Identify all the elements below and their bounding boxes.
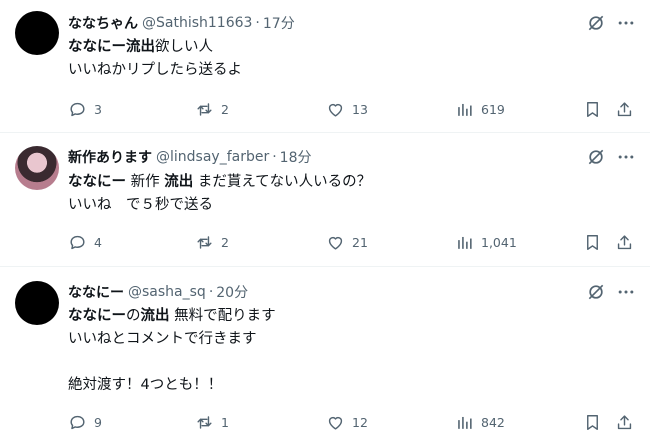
highlight-text: 流出 — [140, 308, 170, 324]
grok-icon[interactable] — [585, 12, 607, 34]
views-icon — [455, 413, 474, 432]
views-button[interactable]: 1,041 — [455, 232, 517, 252]
likes-count: 13 — [352, 101, 368, 117]
tweet-header: ななにー @sasha_sq · 20分 — [68, 282, 248, 302]
bookmark-button[interactable] — [583, 412, 602, 432]
retweets-count: 2 — [221, 234, 229, 250]
avatar[interactable] — [15, 11, 59, 55]
bookmark-button[interactable] — [583, 232, 602, 252]
like-button[interactable]: 21 — [326, 232, 368, 252]
grok-icon[interactable] — [585, 281, 607, 303]
views-icon — [455, 100, 474, 119]
retweet-icon — [195, 100, 214, 119]
retweet-icon — [195, 413, 214, 432]
retweet-button[interactable]: 2 — [195, 232, 229, 252]
display-name[interactable]: ななちゃん — [68, 13, 138, 33]
views-icon — [455, 233, 474, 252]
separator-dot: · — [272, 149, 277, 165]
display-name[interactable]: 新作あります — [68, 147, 152, 167]
more-icon[interactable] — [615, 146, 637, 168]
bookmark-icon — [583, 100, 602, 119]
like-button[interactable]: 13 — [326, 99, 368, 119]
retweets-count: 1 — [221, 414, 229, 430]
tweet-text-line: いいねとコメントで行きます — [68, 329, 257, 349]
tweet-text: いいねとコメントで行きます — [68, 331, 257, 347]
reply-button[interactable]: 4 — [68, 232, 102, 252]
tweet-text: 無料で配ります — [169, 308, 276, 324]
user-handle[interactable]: @sasha_sq — [128, 284, 206, 300]
timestamp[interactable]: 18分 — [280, 147, 312, 167]
retweet-button[interactable]: 1 — [195, 412, 229, 432]
like-icon — [326, 413, 345, 432]
timestamp[interactable]: 17分 — [263, 13, 295, 33]
more-icon[interactable] — [615, 281, 637, 303]
tweet-text-line: ななにー流出欲しい人 — [68, 37, 213, 57]
replies-count: 3 — [94, 101, 102, 117]
highlight-text: ななにー流出 — [68, 39, 155, 55]
retweets-count: 2 — [221, 101, 229, 117]
tweet-header: ななちゃん @Sathish11663 · 17分 — [68, 13, 295, 33]
tweet-text: 欲しい人 — [155, 39, 213, 55]
reply-button[interactable]: 3 — [68, 99, 102, 119]
avatar[interactable] — [15, 146, 59, 190]
highlight-text: ななにー — [68, 308, 126, 324]
separator-dot: · — [208, 284, 214, 300]
tweet-text-line: 絶対渡す！4つとも！！ — [68, 375, 222, 395]
like-icon — [326, 233, 345, 252]
views-count: 842 — [481, 414, 505, 430]
bookmark-icon — [583, 413, 602, 432]
reply-button[interactable]: 9 — [68, 412, 102, 432]
share-icon — [615, 413, 634, 432]
tweet-text-line: いいねかリプしたら送るよ — [68, 60, 242, 80]
share-button[interactable] — [615, 232, 634, 252]
like-button[interactable]: 12 — [326, 412, 368, 432]
views-count: 619 — [481, 101, 505, 117]
tweet-divider — [0, 266, 650, 267]
retweet-icon — [195, 233, 214, 252]
tweet-text: 絶対渡す！4つとも！！ — [68, 377, 223, 393]
tweet-text-line: ななにー 新作 流出 まだ貰えてない人いるの？ — [68, 172, 371, 192]
likes-count: 12 — [352, 414, 368, 430]
highlight-text: 流出 — [164, 174, 194, 190]
tweet-text: の — [126, 308, 141, 324]
tweet-text: 新作 — [126, 174, 165, 190]
tweet-text-line: いいね で５秒で送る — [68, 195, 213, 215]
retweet-button[interactable]: 2 — [195, 99, 229, 119]
share-icon — [615, 233, 634, 252]
grok-icon[interactable] — [585, 146, 607, 168]
bookmark-icon — [583, 233, 602, 252]
share-button[interactable] — [615, 99, 634, 119]
reply-icon — [68, 413, 87, 432]
bookmark-button[interactable] — [583, 99, 602, 119]
tweet-text: いいねかリプしたら送るよ — [68, 62, 242, 78]
tweet-text: まだ貰えてない人いるの？ — [193, 174, 372, 190]
reply-icon — [68, 100, 87, 119]
share-icon — [615, 100, 634, 119]
reply-icon — [68, 233, 87, 252]
highlight-text: ななにー — [68, 174, 126, 190]
timestamp[interactable]: 20分 — [216, 282, 248, 302]
likes-count: 21 — [352, 234, 368, 250]
tweet-text: いいね で５秒で送る — [68, 197, 213, 213]
like-icon — [326, 100, 345, 119]
views-button[interactable]: 842 — [455, 412, 505, 432]
share-button[interactable] — [615, 412, 634, 432]
user-handle[interactable]: @Sathish11663 — [142, 15, 252, 31]
display-name[interactable]: ななにー — [68, 282, 124, 302]
separator-dot: · — [255, 15, 260, 31]
avatar[interactable] — [15, 281, 59, 325]
more-icon[interactable] — [615, 12, 637, 34]
replies-count: 9 — [94, 414, 102, 430]
user-handle[interactable]: @lindsay_farber — [156, 149, 269, 165]
tweet-header: 新作あります @lindsay_farber · 18分 — [68, 147, 312, 167]
tweet-divider — [0, 132, 650, 133]
views-button[interactable]: 619 — [455, 99, 505, 119]
tweet-text-line: ななにーの流出 無料で配ります — [68, 306, 276, 326]
replies-count: 4 — [94, 234, 102, 250]
views-count: 1,041 — [481, 234, 517, 250]
